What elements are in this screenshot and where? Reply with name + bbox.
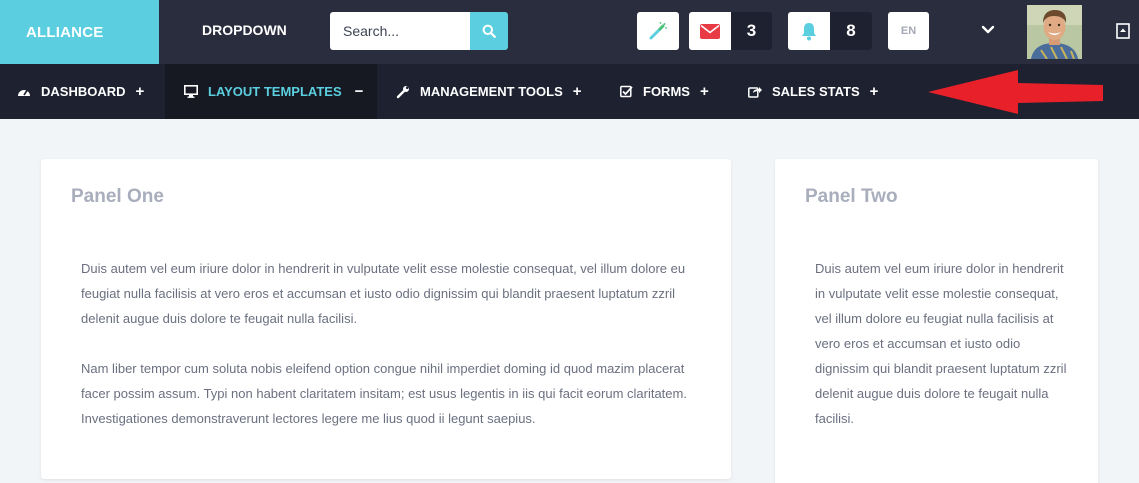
wrench-icon (396, 85, 410, 99)
panel-two: Panel Two Duis autem vel eum iriure dolo… (775, 159, 1098, 483)
share-icon (748, 85, 762, 99)
panel-title: Panel Two (805, 186, 898, 207)
panel-paragraph: Duis autem vel eum iriure dolor in hendr… (815, 261, 1067, 426)
dashboard-icon (17, 85, 31, 99)
mail-count-badge: 3 (731, 12, 772, 50)
dropdown-menu-link[interactable]: DROPDOWN (202, 22, 287, 38)
nav-label: SALES STATS (772, 84, 860, 99)
magic-wand-icon (649, 22, 667, 40)
panel-title: Panel One (71, 186, 164, 207)
notification-count-badge: 8 (830, 12, 872, 50)
fullscreen-button[interactable] (1108, 14, 1138, 48)
collapse-icon: − (354, 83, 364, 100)
panel-paragraph: Duis autem vel eum iriure dolor in hendr… (81, 261, 686, 326)
expand-icon: + (699, 83, 709, 100)
top-header: ALLIANCE DROPDOWN 3 8 E (0, 0, 1139, 64)
expand-icon: + (869, 83, 879, 100)
expand-icon: + (135, 83, 145, 100)
monitor-icon (184, 85, 198, 99)
nav-label: MANAGEMENT TOOLS (420, 84, 563, 99)
checkbox-icon (619, 85, 633, 99)
avatar-photo (1027, 5, 1082, 59)
magic-wand-button[interactable] (637, 12, 679, 50)
search-icon (482, 24, 496, 38)
panel-paragraph: Nam liber tempor cum soluta nobis eleife… (81, 361, 687, 426)
red-arrow-annotation (928, 70, 1103, 114)
language-selector[interactable]: EN (888, 12, 929, 50)
expand-icon: + (572, 83, 582, 100)
nav-label: LAYOUT TEMPLATES (208, 84, 342, 99)
mail-button[interactable] (689, 12, 731, 50)
main-navigation: DASHBOARD + LAYOUT TEMPLATES − MANAGEMEN… (0, 64, 1139, 119)
nav-item-management-tools[interactable]: MANAGEMENT TOOLS + (396, 64, 582, 119)
notifications-button[interactable] (788, 12, 830, 50)
nav-item-layout-templates[interactable]: LAYOUT TEMPLATES − (165, 64, 377, 119)
search-input[interactable] (330, 12, 470, 50)
nav-item-forms[interactable]: FORMS + (619, 64, 709, 119)
panel-one: Panel One Duis autem vel eum iriure dolo… (41, 159, 731, 479)
search-bar (330, 12, 508, 50)
nav-item-sales-stats[interactable]: SALES STATS + (748, 64, 878, 119)
nav-item-dashboard[interactable]: DASHBOARD + (17, 64, 144, 119)
nav-label: FORMS (643, 84, 690, 99)
user-avatar[interactable] (1027, 5, 1082, 59)
bell-icon (802, 22, 816, 40)
chevron-down-icon[interactable] (980, 22, 996, 38)
fullscreen-icon (1116, 23, 1130, 39)
search-button[interactable] (470, 12, 508, 50)
nav-label: DASHBOARD (41, 84, 126, 99)
brand-logo[interactable]: ALLIANCE (0, 0, 159, 64)
mail-icon (700, 23, 720, 39)
